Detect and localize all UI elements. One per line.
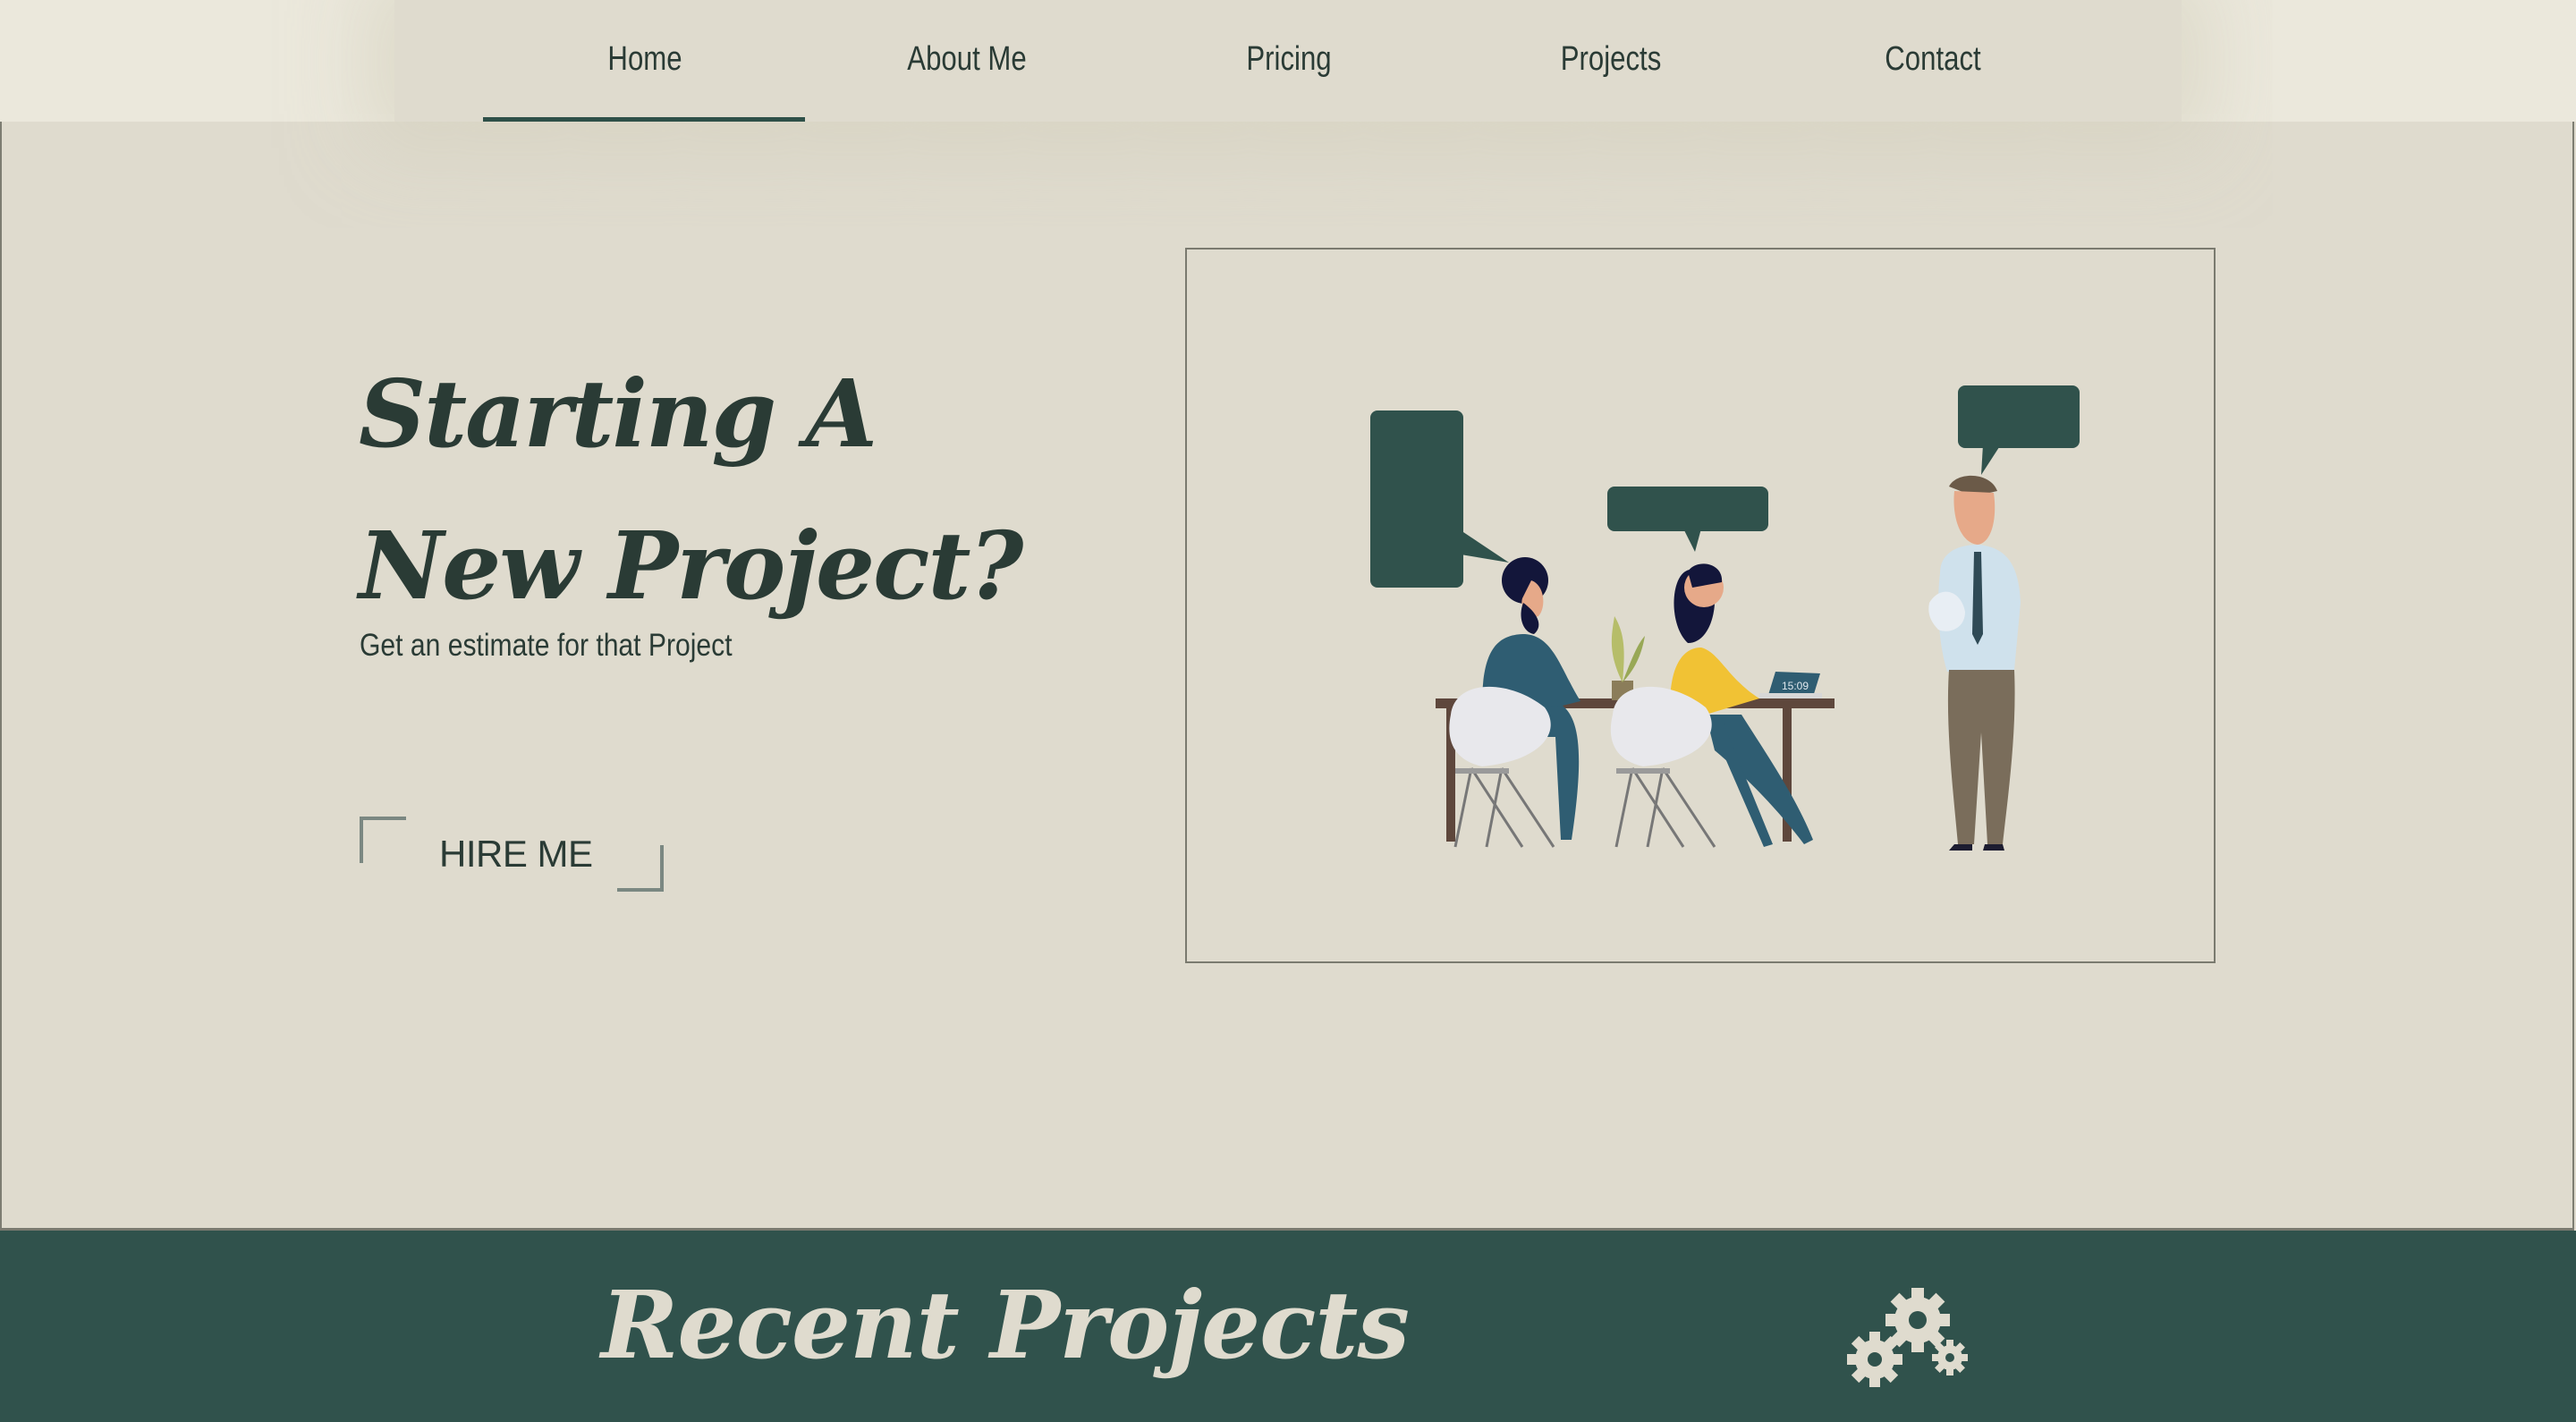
headline-line-1: Starting A — [359, 359, 877, 469]
hire-me-label: HIRE ME — [439, 833, 593, 875]
corner-bracket-bottom-right — [617, 845, 664, 892]
headline-line-2: New Project? — [359, 511, 1023, 621]
speech-bubble-icon — [1607, 487, 1768, 531]
speech-bubble-icon — [1370, 411, 1463, 588]
laptop-clock-text: 15:09 — [1782, 680, 1809, 692]
nav-home[interactable]: Home — [513, 0, 776, 118]
team-meeting-illustration: 15:09 — [1370, 385, 2080, 851]
gears-icon — [1847, 1288, 1968, 1387]
speech-bubble-icon — [1958, 385, 2080, 448]
nav-pricing[interactable]: Pricing — [1157, 0, 1420, 118]
hero-subtitle: Get an estimate for that Project — [360, 628, 733, 663]
recent-projects-title: Recent Projects — [601, 1270, 1410, 1380]
nav-about-me[interactable]: About Me — [835, 0, 1098, 118]
main-nav: Home About Me Pricing Projects Contact — [394, 0, 2182, 122]
corner-bracket-top-left — [360, 817, 406, 863]
nav-projects[interactable]: Projects — [1479, 0, 1742, 118]
hero-headline: Starting A New Project? — [359, 338, 1023, 642]
hire-me-button[interactable]: HIRE ME — [360, 817, 664, 892]
nav-contact[interactable]: Contact — [1801, 0, 2064, 118]
hero-illustration: 15:09 — [1185, 248, 2216, 963]
